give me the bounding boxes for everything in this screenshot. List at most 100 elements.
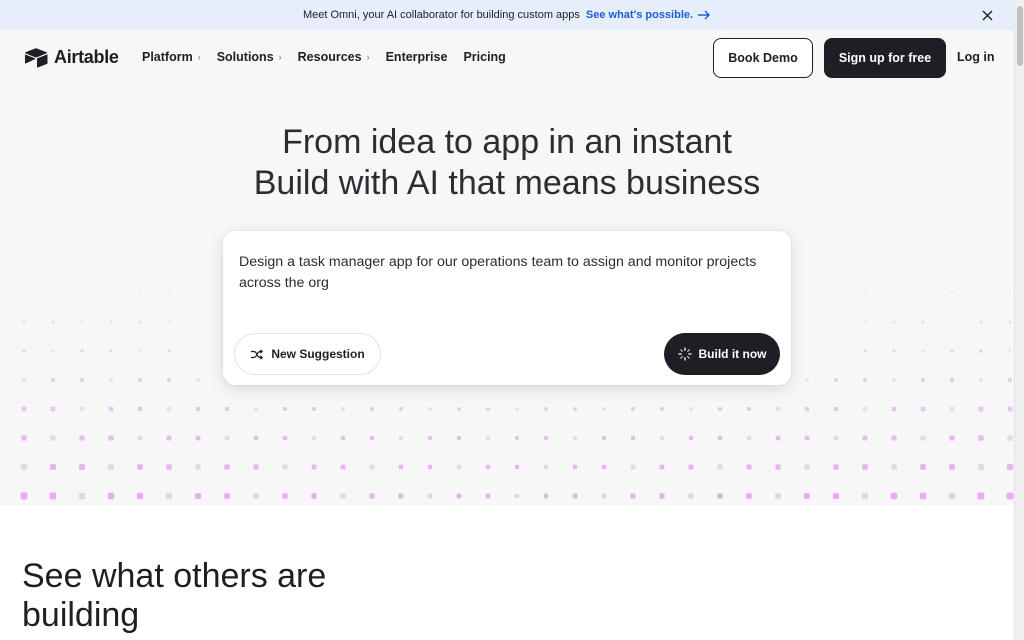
build-it-now-button[interactable]: Build it now bbox=[664, 333, 780, 375]
decorative-dot bbox=[196, 378, 200, 382]
decorative-dot bbox=[630, 493, 636, 499]
decorative-dot bbox=[110, 292, 112, 294]
decorative-dot bbox=[109, 320, 113, 324]
banner-link-label: See what's possible. bbox=[585, 9, 694, 21]
nav-item-label: Enterprise bbox=[385, 50, 448, 64]
decorative-dot bbox=[921, 320, 925, 324]
decorative-dot bbox=[601, 464, 607, 470]
decorative-dot bbox=[79, 435, 85, 441]
decorative-dot bbox=[746, 435, 752, 441]
decorative-dot bbox=[138, 320, 142, 324]
decorative-dot bbox=[195, 406, 201, 412]
decorative-dot bbox=[253, 435, 259, 441]
nav-item-solutions[interactable]: Solutions › bbox=[217, 50, 282, 64]
decorative-dot bbox=[107, 492, 115, 500]
decorative-dot bbox=[194, 492, 202, 500]
nav-item-resources[interactable]: Resources › bbox=[298, 50, 370, 64]
scrollbar-thumb[interactable] bbox=[1017, 6, 1023, 66]
decorative-dot bbox=[573, 407, 577, 411]
decorative-dot bbox=[80, 349, 84, 353]
decorative-dot bbox=[253, 406, 259, 412]
decorative-dot bbox=[167, 320, 171, 324]
decorative-dot bbox=[572, 435, 578, 441]
decorative-dot bbox=[80, 378, 84, 382]
decorative-dot bbox=[688, 493, 694, 499]
decorative-dot bbox=[166, 406, 172, 412]
decorative-dot bbox=[948, 463, 956, 471]
decorative-dot bbox=[659, 493, 665, 499]
decorative-dot bbox=[891, 464, 897, 470]
decorative-dot bbox=[920, 464, 926, 470]
decorative-dot bbox=[950, 320, 954, 324]
new-suggestion-button[interactable]: New Suggestion bbox=[234, 333, 381, 375]
prompt-input[interactable]: Design a task manager app for our operat… bbox=[239, 252, 759, 294]
decorative-dot bbox=[52, 292, 54, 294]
decorative-dot bbox=[862, 435, 868, 441]
decorative-dot bbox=[805, 378, 809, 382]
nav-item-enterprise[interactable]: Enterprise bbox=[386, 50, 448, 64]
decorative-dot bbox=[311, 464, 317, 470]
decorative-dot bbox=[456, 464, 462, 470]
close-icon[interactable] bbox=[980, 8, 994, 22]
decorative-dot bbox=[311, 493, 317, 499]
decorative-dot bbox=[863, 320, 867, 324]
decorative-dot bbox=[427, 493, 433, 499]
decorative-dot bbox=[862, 464, 868, 470]
decorative-dot bbox=[572, 464, 578, 470]
decorative-dot bbox=[979, 320, 983, 324]
decorative-dot bbox=[630, 435, 636, 441]
decorative-dot bbox=[688, 435, 694, 441]
decorative-dot bbox=[949, 406, 955, 412]
decorative-dot bbox=[51, 349, 55, 353]
decorative-dot bbox=[312, 407, 316, 411]
spinner-icon bbox=[677, 347, 692, 361]
decorative-dot bbox=[515, 407, 519, 411]
decorative-dot bbox=[79, 406, 85, 412]
decorative-dot bbox=[978, 406, 984, 412]
decorative-dot bbox=[340, 493, 346, 499]
decorative-dot bbox=[804, 435, 810, 441]
section-heading-line-1: See what others are bbox=[22, 557, 327, 595]
nav-item-platform[interactable]: Platform › bbox=[142, 50, 201, 64]
decorative-dot bbox=[775, 406, 781, 412]
decorative-dot bbox=[1008, 349, 1012, 353]
decorative-dot bbox=[746, 406, 752, 412]
nav-item-pricing[interactable]: Pricing bbox=[463, 50, 505, 64]
decorative-dot bbox=[21, 435, 27, 441]
book-demo-button[interactable]: Book Demo bbox=[713, 38, 813, 78]
hero-headline-line-2: Build with AI that means business bbox=[253, 164, 761, 202]
banner-link[interactable]: See what's possible. bbox=[586, 9, 711, 21]
decorative-dot bbox=[457, 436, 461, 440]
sign-up-button[interactable]: Sign up for free bbox=[824, 38, 946, 78]
decorative-dot bbox=[1007, 377, 1013, 383]
decorative-dot bbox=[515, 436, 519, 440]
decorative-dot bbox=[630, 464, 636, 470]
decorative-dot bbox=[833, 464, 839, 470]
decorative-dot bbox=[168, 292, 170, 294]
decorative-dot bbox=[631, 407, 635, 411]
decorative-dot bbox=[165, 492, 173, 500]
decorative-dot bbox=[833, 406, 839, 412]
decorative-dot bbox=[544, 436, 548, 440]
decorative-dot bbox=[51, 320, 55, 324]
log-in-link[interactable]: Log in bbox=[957, 50, 995, 64]
decorative-dot bbox=[861, 492, 869, 500]
decorative-dot bbox=[224, 464, 230, 470]
airtable-logo[interactable]: Airtable bbox=[24, 47, 119, 68]
decorative-dot bbox=[108, 464, 114, 470]
decorative-dot bbox=[311, 435, 317, 441]
decorative-dot bbox=[892, 349, 896, 353]
decorative-dot bbox=[50, 377, 56, 383]
nav-item-label: Platform bbox=[142, 50, 193, 64]
decorative-dot bbox=[660, 407, 664, 411]
decorative-dot bbox=[1007, 435, 1013, 441]
decorative-dot bbox=[978, 435, 984, 441]
decorative-dot bbox=[139, 292, 141, 294]
decorative-dot bbox=[20, 492, 28, 500]
decorative-dot bbox=[166, 464, 172, 470]
page-scrollbar[interactable] bbox=[1014, 0, 1024, 640]
airtable-logo-icon bbox=[25, 47, 48, 68]
decorative-dot bbox=[1006, 463, 1014, 471]
decorative-dot bbox=[195, 464, 201, 470]
decorative-dot bbox=[892, 378, 896, 382]
